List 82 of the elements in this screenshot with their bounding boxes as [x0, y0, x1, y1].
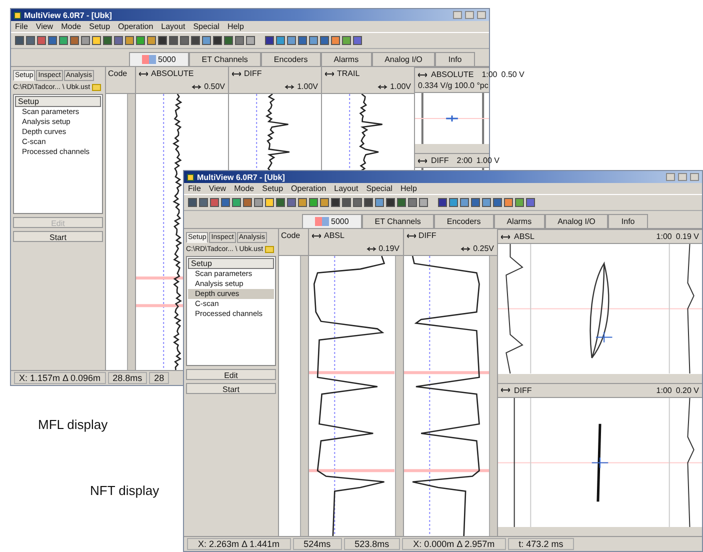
scrollbar[interactable]	[300, 256, 308, 536]
app-icon	[187, 174, 194, 180]
status-field: 28	[149, 372, 170, 384]
panel-button[interactable]: Start	[13, 231, 103, 242]
scale-value: 1.00V	[390, 82, 411, 91]
menu-item[interactable]: Setup	[262, 184, 284, 193]
menu-item[interactable]: Special	[193, 22, 220, 31]
panel-button[interactable]: Edit	[186, 369, 276, 380]
channel-name: DIFF	[244, 69, 262, 78]
folder-icon[interactable]	[265, 246, 274, 253]
span-icon	[285, 84, 294, 90]
device-tab[interactable]: Analog I/O	[544, 214, 608, 228]
channel-name: TRAIL	[337, 69, 360, 78]
device-logo-icon	[315, 217, 329, 226]
status-field: X: 0.000m Δ 2.957m	[402, 538, 506, 550]
device-tab[interactable]: ET Channels	[188, 52, 261, 66]
device-tab[interactable]: Info	[435, 52, 475, 66]
app-icon	[14, 12, 21, 18]
menu-item[interactable]: Help	[400, 184, 417, 193]
window-title: MultiView 6.0R7 - [Ubk]	[24, 10, 112, 20]
device-tab[interactable]: 5000	[302, 214, 362, 228]
menu-item[interactable]: Mode	[234, 184, 254, 193]
device-tab[interactable]: Info	[608, 214, 648, 228]
channel-name: ABSOLUTE	[431, 70, 474, 79]
scrollbar[interactable]	[489, 256, 497, 536]
span-icon	[192, 84, 202, 90]
status-field: 523.8ms	[344, 538, 400, 550]
scale-value: 0.19V	[378, 244, 400, 253]
menu-item[interactable]: File	[15, 22, 28, 31]
scale-value: 0.50V	[204, 82, 225, 91]
status-field: X: 1.157m Δ 0.096m	[14, 372, 106, 384]
menu-item[interactable]: View	[208, 184, 226, 193]
menu-item[interactable]: Special	[366, 184, 392, 193]
menu-item[interactable]: Help	[227, 22, 244, 31]
status-field: t: 473.2 ms	[508, 538, 574, 550]
menu-item[interactable]: Layout	[161, 22, 186, 31]
span-icon	[461, 246, 470, 252]
folder-icon[interactable]	[92, 84, 102, 91]
panel-button[interactable]: Start	[186, 383, 276, 394]
tree-header[interactable]: Setup	[15, 96, 101, 107]
menu-item[interactable]: Mode	[61, 22, 82, 31]
device-logo-icon	[142, 55, 156, 64]
calibration-text: 0.334 V/g 100.0 °pc	[418, 81, 488, 90]
status-field: X: 2.263m Δ 1.441m	[187, 538, 291, 550]
menu-item[interactable]: File	[188, 184, 201, 193]
ratio-value: 2:00	[456, 156, 472, 165]
ratio-value: 1:00	[656, 232, 672, 241]
figure-caption: NFT display	[90, 483, 160, 498]
channel-name: DIFF	[418, 231, 436, 240]
device-tab[interactable]: 5000	[129, 52, 189, 66]
figure-caption: MFL display	[38, 417, 108, 432]
device-tab[interactable]: Encoders	[260, 52, 321, 66]
span-icon	[378, 84, 388, 90]
status-field: 524ms	[292, 538, 342, 550]
status-field: 28.8ms	[108, 372, 148, 384]
device-tab[interactable]: Alarms	[494, 214, 545, 228]
channel-name: ABSOLUTE	[151, 69, 194, 78]
scrollbar[interactable]	[127, 94, 135, 370]
tree-header[interactable]: Setup	[188, 258, 274, 269]
device-tab[interactable]: ET Channels	[362, 214, 434, 228]
scale-value: 0.25V	[473, 244, 494, 253]
scale-value: 0.19 V	[676, 232, 699, 241]
scale-value: 0.20 V	[676, 386, 699, 394]
window-title: MultiView 6.0R7 - [Ubk]	[197, 172, 285, 182]
scale-value: 0.50 V	[501, 70, 524, 79]
device-tab[interactable]: Encoders	[434, 214, 494, 228]
menu-item[interactable]: Operation	[291, 184, 326, 193]
span-icon	[366, 246, 376, 252]
channel-name: ABSL	[324, 231, 344, 240]
scale-value: 1.00 V	[476, 156, 500, 165]
scale-value: 1.00V	[297, 82, 318, 91]
ratio-value: 1:00	[482, 70, 498, 79]
device-tab[interactable]: Analog I/O	[372, 52, 436, 66]
menu-item[interactable]: Layout	[334, 184, 358, 193]
ratio-value: 1:00	[656, 386, 672, 394]
channel-name: DIFF	[514, 386, 532, 394]
menu-item[interactable]: Operation	[118, 22, 154, 31]
device-tab[interactable]: Alarms	[320, 52, 372, 66]
menu-item[interactable]: Setup	[89, 22, 110, 31]
channel-name: ABSL	[514, 232, 534, 241]
channel-name: DIFF	[431, 156, 449, 165]
menu-item[interactable]: View	[36, 22, 54, 31]
